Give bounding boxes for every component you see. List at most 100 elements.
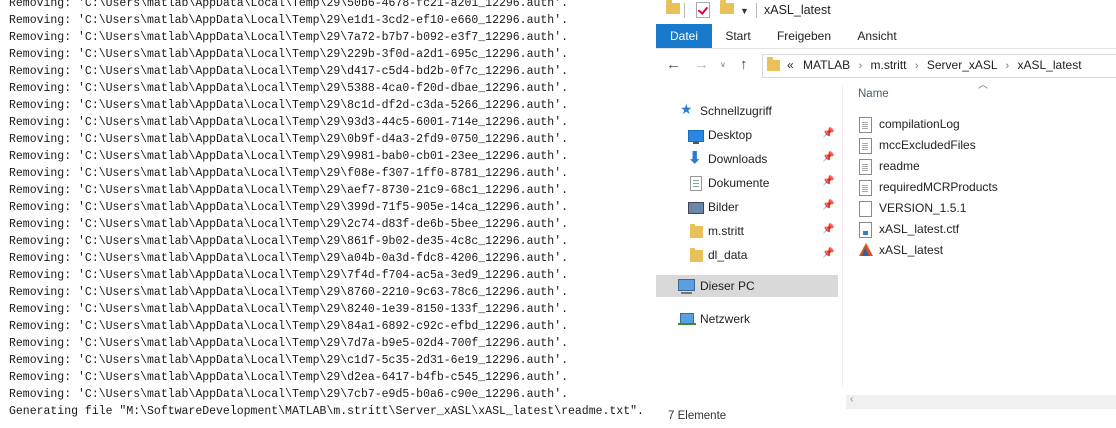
sidebar-item-label: Netzwerk [700, 312, 751, 326]
sidebar-item-dl-data[interactable]: dl_data 📌 [656, 244, 838, 266]
ctf-file-icon [859, 222, 872, 238]
console-line: Removing: 'C:\Users\matlab\AppData\Local… [9, 354, 568, 367]
tab-ansicht[interactable]: Ansicht [850, 24, 904, 48]
console-line: Removing: 'C:\Users\matlab\AppData\Local… [9, 269, 568, 282]
file-name: mccExcludedFiles [879, 138, 976, 152]
console-line: Removing: 'C:\Users\matlab\AppData\Local… [9, 99, 568, 112]
list-item[interactable]: VERSION_1.5.1 [858, 198, 1108, 219]
pin-icon[interactable]: 📌 [822, 200, 834, 211]
sidebar-item-label: Dieser PC [700, 279, 755, 293]
list-item[interactable]: readme [858, 156, 1108, 177]
documents-icon [690, 176, 702, 191]
breadcrumb-matlab[interactable]: MATLAB [803, 58, 850, 72]
star-icon: ★ [680, 101, 693, 117]
quick-access-dropdown-icon[interactable]: ▼ [740, 6, 749, 16]
breadcrumb-server-xasl[interactable]: Server_xASL [927, 58, 997, 72]
console-output: Removing: 'C:\Users\matlab\AppData\Local… [9, 0, 644, 420]
sidebar-item-label: Schnellzugriff [700, 104, 772, 118]
console-line: Removing: 'C:\Users\matlab\AppData\Local… [9, 31, 568, 44]
console-line: Removing: 'C:\Users\matlab\AppData\Local… [9, 65, 568, 78]
chevron-right-icon[interactable]: › [859, 60, 863, 72]
console-line: Removing: 'C:\Users\matlab\AppData\Local… [9, 184, 568, 197]
desktop-icon [688, 130, 704, 144]
ribbon-tabs: Datei Start Freigeben Ansicht [656, 24, 1116, 49]
pin-icon[interactable]: 📌 [822, 152, 834, 163]
text-file-icon [859, 180, 872, 196]
window-title: xASL_latest [764, 3, 831, 17]
list-item[interactable]: xASL_latest [858, 240, 1108, 261]
tab-start[interactable]: Start [716, 24, 760, 48]
download-icon: ⬇ [688, 150, 702, 167]
breadcrumb-xasl-latest[interactable]: xASL_latest [1018, 58, 1082, 72]
toolbar-separator [756, 3, 757, 18]
console-line: Removing: 'C:\Users\matlab\AppData\Local… [9, 286, 568, 299]
console-line: Removing: 'C:\Users\matlab\AppData\Local… [9, 150, 568, 163]
console-line: Removing: 'C:\Users\matlab\AppData\Local… [9, 82, 568, 95]
sort-ascending-icon: ︿ [978, 80, 988, 91]
sidebar-item-schnellzugriff[interactable]: ★ Schnellzugriff [656, 100, 838, 122]
column-header-name[interactable]: Name [858, 88, 889, 100]
address-bar[interactable]: « MATLAB › m.stritt › Server_xASL › xASL… [762, 54, 1116, 78]
new-folder-icon[interactable] [720, 0, 734, 14]
file-name: compilationLog [879, 117, 960, 131]
sidebar-item-label: Desktop [708, 128, 753, 142]
chevron-right-icon[interactable]: › [915, 60, 919, 72]
list-item[interactable]: mccExcludedFiles [858, 135, 1108, 156]
chevron-right-icon[interactable]: › [1005, 60, 1009, 72]
chevron-left-icon[interactable]: ‹ [850, 394, 853, 405]
back-arrow-icon[interactable]: ← [666, 56, 681, 73]
file-name: xASL_latest [879, 243, 944, 257]
breadcrumb-overflow[interactable]: « [787, 58, 794, 72]
console-line: Removing: 'C:\Users\matlab\AppData\Local… [9, 388, 568, 401]
breadcrumb: « MATLAB › m.stritt › Server_xASL › xASL… [787, 58, 1082, 72]
console-line: Removing: 'C:\Users\matlab\AppData\Local… [9, 337, 568, 350]
sidebar-item-desktop[interactable]: Desktop 📌 [656, 124, 838, 146]
folder-icon [690, 224, 703, 238]
console-line: Removing: 'C:\Users\matlab\AppData\Local… [9, 218, 568, 231]
forward-arrow-icon[interactable]: → [694, 56, 709, 73]
console-line: Removing: 'C:\Users\matlab\AppData\Local… [9, 116, 568, 129]
file-name: VERSION_1.5.1 [879, 201, 967, 215]
sidebar-item-bilder[interactable]: Bilder 📌 [656, 196, 838, 218]
pictures-icon [688, 202, 704, 214]
text-file-icon [859, 159, 872, 175]
folder-icon [690, 248, 703, 262]
properties-icon[interactable] [696, 2, 710, 18]
console-line: Removing: 'C:\Users\matlab\AppData\Local… [9, 167, 568, 180]
matlab-command-window: Removing: 'C:\Users\matlab\AppData\Local… [0, 0, 656, 428]
breadcrumb-m-stritt[interactable]: m.stritt [871, 58, 907, 72]
up-arrow-icon[interactable]: ↑ [740, 56, 748, 73]
sidebar-item-label: dl_data [708, 248, 748, 262]
console-line: Removing: 'C:\Users\matlab\AppData\Local… [9, 320, 568, 333]
file-name: xASL_latest.ctf [879, 222, 960, 236]
title-bar: ▼ xASL_latest [656, 0, 1116, 22]
pin-icon[interactable]: 📌 [822, 248, 834, 259]
folder-icon [767, 57, 780, 71]
sidebar-item-dieser-pc[interactable]: Dieser PC [656, 275, 838, 297]
console-line: Removing: 'C:\Users\matlab\AppData\Local… [9, 371, 568, 384]
pin-icon[interactable]: 📌 [822, 176, 834, 187]
sidebar-item-netzwerk[interactable]: Netzwerk [656, 308, 838, 330]
console-line: Removing: 'C:\Users\matlab\AppData\Local… [9, 133, 568, 146]
file-explorer-window: ▼ xASL_latest Datei Start Freigeben Ansi… [656, 0, 1116, 428]
status-bar-item-count: 7 Elemente [668, 410, 727, 422]
list-item[interactable]: compilationLog [858, 114, 1108, 135]
sidebar-item-m-stritt[interactable]: m.stritt 📌 [656, 220, 838, 242]
blank-file-icon [859, 201, 872, 217]
sidebar-item-dokumente[interactable]: Dokumente 📌 [656, 172, 838, 194]
navigation-pane: ★ Schnellzugriff Desktop 📌 ⬇ Downloads 📌… [656, 92, 840, 392]
horizontal-scrollbar[interactable] [846, 395, 1116, 409]
pin-icon[interactable]: 📌 [822, 128, 834, 139]
pin-icon[interactable]: 📌 [822, 224, 834, 235]
console-line: Removing: 'C:\Users\matlab\AppData\Local… [9, 303, 568, 316]
pane-divider[interactable] [842, 86, 843, 386]
console-line: Removing: 'C:\Users\matlab\AppData\Local… [9, 14, 568, 27]
list-item[interactable]: requiredMCRProducts [858, 177, 1108, 198]
tab-freigeben[interactable]: Freigeben [772, 24, 836, 48]
chevron-down-icon[interactable]: ∨ [720, 60, 726, 69]
sidebar-item-label: Dokumente [708, 176, 770, 190]
tab-datei[interactable]: Datei [656, 24, 712, 48]
list-item[interactable]: xASL_latest.ctf [858, 219, 1108, 240]
computer-icon [678, 279, 695, 294]
sidebar-item-downloads[interactable]: ⬇ Downloads 📌 [656, 148, 838, 170]
